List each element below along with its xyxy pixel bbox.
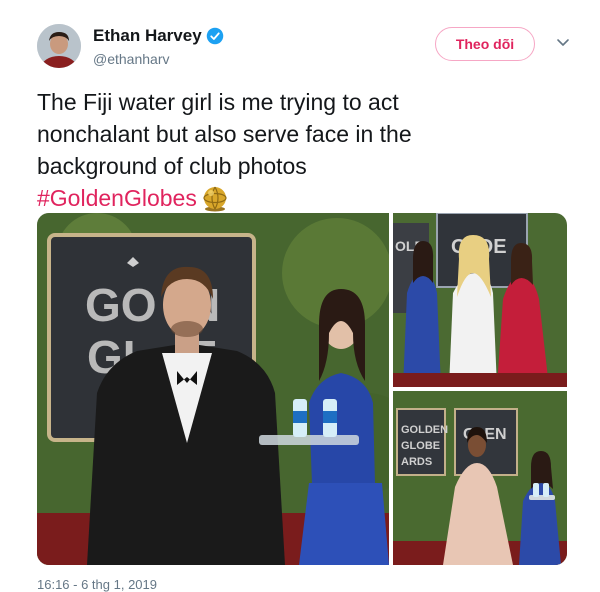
photo-main[interactable]: GO N GL E xyxy=(37,213,389,565)
hashtag-line: #GoldenGlobes xyxy=(37,182,557,214)
golden-globe-hashflag-icon xyxy=(200,184,230,212)
author-display-name[interactable]: Ethan Harvey xyxy=(93,26,202,46)
author-names: Ethan Harvey @ethanharv xyxy=(93,26,224,67)
tweet-text-line: background of club photos xyxy=(37,153,307,179)
svg-text:ARDS: ARDS xyxy=(401,456,432,468)
svg-text:GLOBE: GLOBE xyxy=(401,440,440,452)
svg-text:GOLDEN: GOLDEN xyxy=(401,424,448,436)
tweet-header: Ethan Harvey @ethanharv Theo dõi xyxy=(37,20,577,70)
user-avatar-icon xyxy=(37,24,81,68)
photo-top-right[interactable]: OLD OLDE xyxy=(393,213,567,387)
tweet-text-line: nonchalant but also serve face in the xyxy=(37,121,412,147)
tweet-media: GO N GL E xyxy=(37,213,567,565)
svg-text:GO: GO xyxy=(85,279,157,331)
display-name-row: Ethan Harvey xyxy=(93,26,224,46)
tweet-card: Ethan Harvey @ethanharv Theo dõi The Fij… xyxy=(0,0,600,592)
author-avatar[interactable] xyxy=(37,24,81,68)
photo-bottom-right[interactable]: GOLDEN GLOBE ARDS GI EN xyxy=(393,391,567,565)
chevron-down-icon[interactable] xyxy=(555,34,571,50)
hashtag-link[interactable]: #GoldenGlobes xyxy=(37,185,197,211)
tweet-text: The Fiji water girl is me trying to act … xyxy=(37,86,557,214)
follow-button[interactable]: Theo dõi xyxy=(435,27,535,61)
author-handle[interactable]: @ethanharv xyxy=(93,51,224,67)
verified-badge-icon xyxy=(206,27,224,45)
tweet-text-line: The Fiji water girl is me trying to act xyxy=(37,89,399,115)
tweet-timestamp[interactable]: 16:16 - 6 thg 1, 2019 xyxy=(37,577,157,592)
